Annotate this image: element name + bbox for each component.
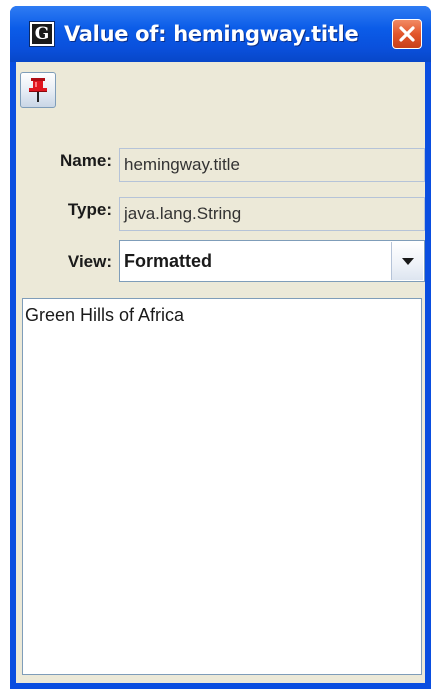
type-label: Type: — [67, 200, 112, 219]
view-select[interactable]: Formatted — [119, 240, 425, 282]
name-field[interactable]: hemingway.title — [119, 148, 425, 182]
close-icon — [399, 26, 415, 42]
pushpin-icon — [29, 78, 47, 102]
app-icon: G — [29, 21, 55, 47]
view-dropdown-button[interactable] — [391, 242, 423, 280]
view-selected-value: Formatted — [124, 251, 213, 271]
view-label: View: — [67, 252, 112, 271]
name-label: Name: — [60, 151, 112, 170]
type-field[interactable]: java.lang.String — [119, 197, 425, 231]
dialog-content: Name: hemingway.title Type: java.lang.St… — [16, 62, 425, 683]
chevron-down-icon — [401, 258, 414, 265]
value-dialog-window: G Value of: hemingway.title Name: heming… — [10, 6, 431, 689]
value-text-area[interactable]: Green Hills of Africa — [22, 298, 422, 675]
title-bar[interactable]: G Value of: hemingway.title — [10, 6, 431, 62]
window-title: Value of: hemingway.title — [64, 22, 359, 46]
close-button[interactable] — [392, 19, 422, 49]
app-icon-letter: G — [32, 24, 52, 44]
pin-button[interactable] — [20, 72, 56, 108]
